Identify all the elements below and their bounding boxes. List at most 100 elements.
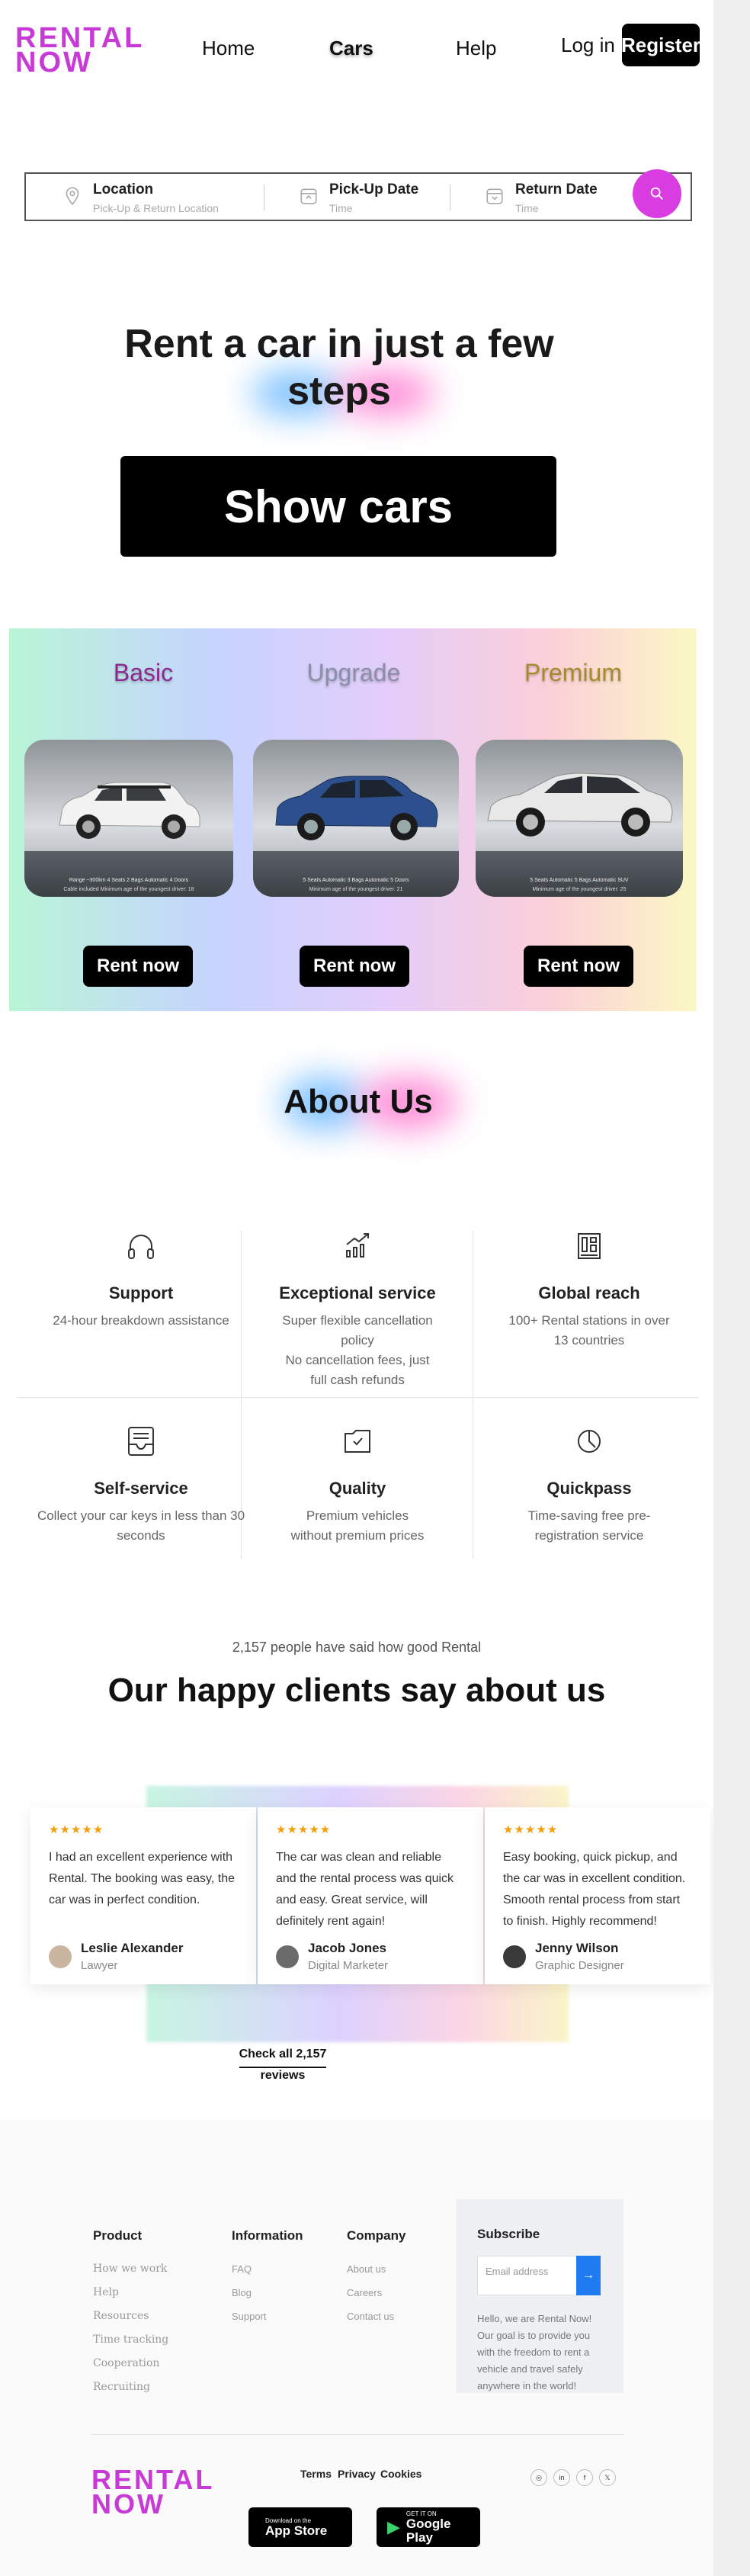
feature-desc: Premium vehicles without premium prices: [290, 1508, 425, 1543]
clock-icon: [578, 1430, 601, 1453]
feature-global-reach: Global reach 100+ Rental stations in ove…: [479, 1229, 700, 1351]
nav-help[interactable]: Help: [456, 37, 496, 60]
search-bar: Location Pick-Up & Return Location Pick-…: [24, 172, 692, 221]
check-all-reviews-link[interactable]: Check all 2,157 reviews: [233, 2044, 332, 2086]
feature-title: Quality: [329, 1479, 386, 1498]
twitter-icon[interactable]: 𝕏: [599, 2469, 616, 2486]
app-store-button[interactable]: Download on the App Store: [248, 2507, 352, 2547]
linkedin-icon[interactable]: in: [553, 2469, 570, 2486]
footer-link[interactable]: Careers: [347, 2281, 405, 2305]
return-date-label: Return Date: [515, 181, 598, 198]
footer: Product How we work Help Resources Time …: [0, 2120, 713, 2576]
privacy-link[interactable]: Privacy: [338, 2468, 376, 2480]
plan-note: Cable included Minimum age of the younge…: [63, 887, 194, 892]
rent-now-basic-button[interactable]: Rent now: [83, 946, 193, 987]
plans-section: Basic Upgrade Premium Range ~300km 4 Sea…: [9, 628, 697, 1011]
avatar: [49, 1945, 72, 1968]
login-link[interactable]: Log in: [561, 34, 615, 57]
feature-title: Global reach: [538, 1283, 640, 1302]
scrollbar[interactable]: [713, 0, 750, 2576]
footer-link[interactable]: FAQ: [232, 2257, 303, 2281]
nav-home[interactable]: Home: [202, 37, 255, 60]
author-role: Lawyer: [81, 1959, 118, 1972]
subscribe-box: Subscribe Email address → Hello, we are …: [456, 2199, 623, 2393]
feature-desc: Super flexible cancellation policy No ca…: [282, 1313, 433, 1387]
footer-link[interactable]: Recruiting: [93, 2375, 168, 2399]
footer-link[interactable]: Help: [93, 2281, 168, 2305]
footer-column-title: Product: [93, 2228, 143, 2243]
subscribe-submit-button[interactable]: →: [576, 2256, 601, 2295]
author-role: Graphic Designer: [535, 1959, 624, 1972]
rating-stars: ★★★★★: [49, 1823, 104, 1836]
search-icon: [650, 187, 663, 200]
location-field[interactable]: Location Pick-Up & Return Location: [62, 174, 276, 220]
underline: [239, 2067, 326, 2068]
plan-specs: 5 Seats Automatic 3 Bags Automatic 5 Doo…: [303, 878, 409, 883]
pickup-date-sub: Time: [329, 202, 353, 214]
plan-card-basic[interactable]: Range ~300km 4 Seats 2 Bags Automatic 4 …: [24, 740, 233, 897]
document-icon: [128, 1427, 154, 1456]
calendar-icon: [300, 188, 317, 204]
terms-link[interactable]: Terms: [300, 2468, 332, 2480]
plan-title-premium: Premium: [524, 659, 622, 686]
footer-link[interactable]: Blog: [232, 2281, 303, 2305]
divider: [17, 1397, 698, 1398]
show-cars-button[interactable]: Show cars: [120, 456, 556, 557]
calendar-icon: [486, 188, 503, 204]
testimonial-card: ★★★★★ I had an excellent experience with…: [30, 1807, 256, 1984]
rating-stars: ★★★★★: [503, 1823, 559, 1836]
footer-column-information: Information FAQ Blog Support: [232, 2228, 303, 2328]
rent-now-premium-button[interactable]: Rent now: [524, 946, 633, 987]
rating-stars: ★★★★★: [276, 1823, 332, 1836]
return-date-field[interactable]: Return Date Time: [485, 174, 652, 220]
plan-card-upgrade[interactable]: 5 Seats Automatic 3 Bags Automatic 5 Doo…: [253, 740, 459, 897]
feature-title: Exceptional service: [279, 1283, 436, 1302]
facebook-icon[interactable]: f: [576, 2469, 593, 2486]
author-name: Jacob Jones: [308, 1941, 386, 1955]
footer-link[interactable]: Resources: [93, 2305, 168, 2328]
footer-link[interactable]: Contact us: [347, 2305, 405, 2328]
check-all-line2: reviews: [260, 2069, 306, 2082]
author-role: Digital Marketer: [308, 1959, 389, 1972]
store-line2: Google Play: [405, 2516, 451, 2545]
testimonial-author: Leslie Alexander Lawyer: [49, 1941, 184, 1972]
footer-link[interactable]: How we work: [93, 2257, 168, 2281]
subscribe-title: Subscribe: [477, 2227, 540, 2241]
testimonial-text: The car was clean and reliable and the r…: [276, 1851, 454, 1928]
feature-quality: Quality Premium vehicles without premium…: [247, 1425, 468, 1546]
plan-note: Minimum age of the youngest driver: 25: [532, 887, 627, 892]
instagram-icon[interactable]: ◎: [530, 2469, 547, 2486]
plan-specs: 5 Seats Automatic 5 Bags Automatic SUV: [530, 878, 629, 883]
search-button[interactable]: [633, 169, 681, 218]
divider: [91, 2434, 623, 2435]
pickup-date-field[interactable]: Pick-Up Date Time: [299, 174, 466, 220]
feature-quickpass: Quickpass Time-saving free pre-registrat…: [479, 1425, 700, 1546]
logo[interactable]: RENTAL NOW: [15, 24, 144, 77]
footer-logo[interactable]: RENTAL NOW: [91, 2466, 214, 2518]
avatar: [503, 1945, 526, 1968]
plan-card-premium[interactable]: 5 Seats Automatic 5 Bags Automatic SUV M…: [476, 740, 683, 897]
feature-desc: 24-hour breakdown assistance: [53, 1313, 229, 1328]
testimonial-text: Easy booking, quick pickup, and the car …: [503, 1851, 686, 1928]
avatar: [276, 1945, 299, 1968]
testimonial-author: Jacob Jones Digital Marketer: [276, 1941, 388, 1972]
footer-link[interactable]: Support: [232, 2305, 303, 2328]
testimonial-text: I had an excellent experience with Renta…: [49, 1851, 235, 1906]
footer-link[interactable]: About us: [347, 2257, 405, 2281]
clients-subtitle: 2,157 people have said how good Rental: [232, 1640, 482, 1655]
cookies-link[interactable]: Cookies: [380, 2468, 421, 2480]
author-name: Leslie Alexander: [81, 1941, 184, 1955]
arrow-right-icon: →: [582, 2269, 595, 2282]
footer-column-company: Company About us Careers Contact us: [347, 2228, 405, 2328]
feature-title: Self-service: [94, 1479, 188, 1498]
footer-link[interactable]: Cooperation: [93, 2352, 168, 2375]
feature-self-service: Self-service Collect your car keys in le…: [30, 1425, 252, 1546]
feature-title: Support: [108, 1283, 174, 1302]
footer-column-title: Company: [347, 2228, 406, 2243]
footer-link[interactable]: Time tracking: [93, 2328, 168, 2352]
nav-cars[interactable]: Cars: [329, 37, 373, 60]
google-play-button[interactable]: ▶ GET IT ON Google Play: [377, 2507, 480, 2547]
email-field[interactable]: Email address: [477, 2256, 579, 2295]
register-button[interactable]: Register: [621, 24, 700, 66]
rent-now-upgrade-button[interactable]: Rent now: [300, 946, 409, 987]
